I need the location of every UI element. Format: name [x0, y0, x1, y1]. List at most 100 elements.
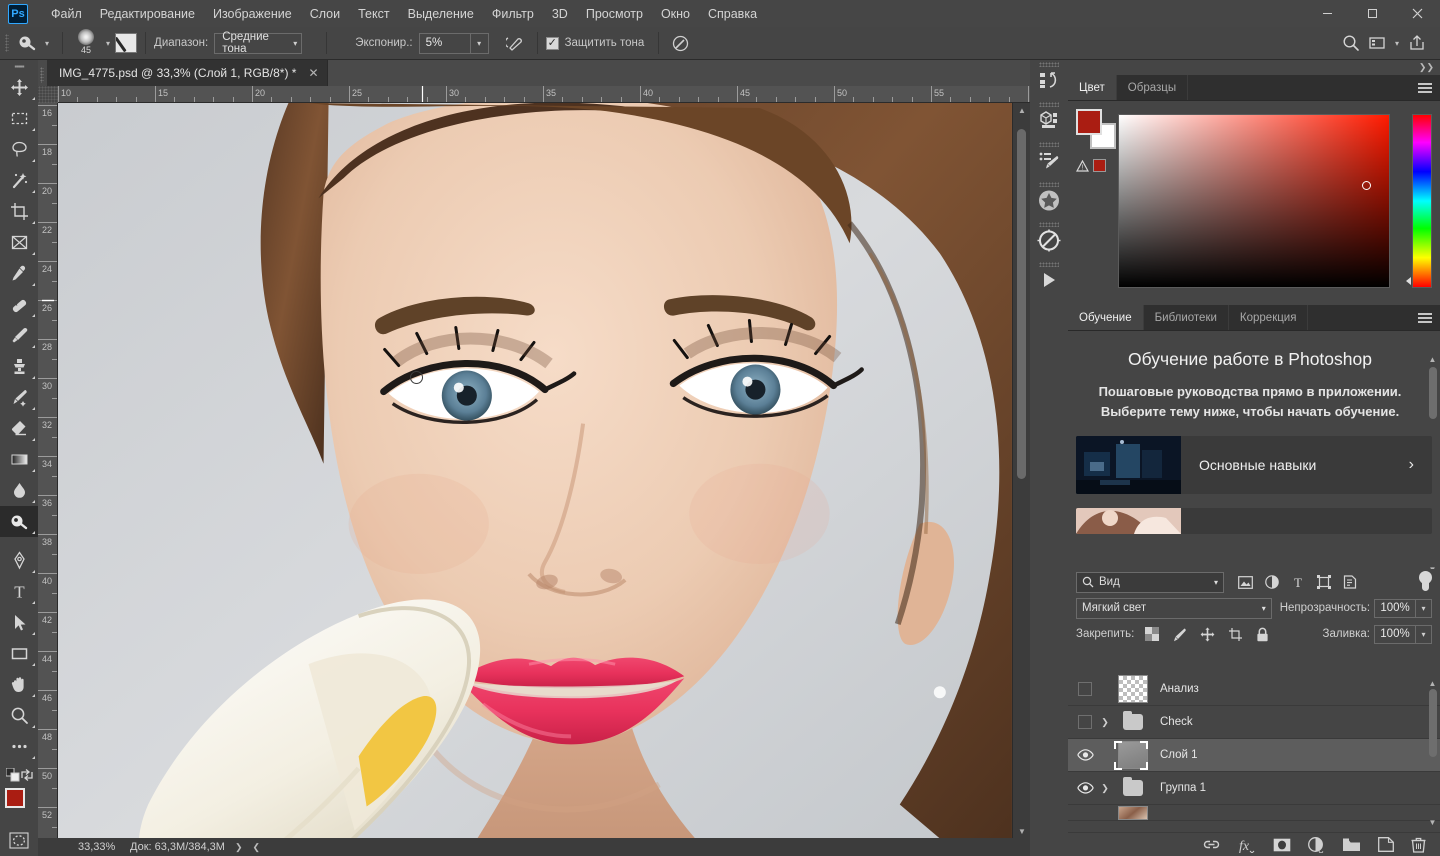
- move-tool[interactable]: [0, 72, 38, 103]
- share-icon[interactable]: [1404, 31, 1430, 55]
- canvas[interactable]: [58, 103, 1012, 838]
- color-swatches[interactable]: [0, 786, 38, 826]
- scroll-up-icon[interactable]: ▲: [1427, 353, 1438, 365]
- protect-tones-checkbox[interactable]: Защитить тона: [546, 37, 651, 50]
- magic-wand-tool[interactable]: [0, 165, 38, 196]
- opacity-chevron-icon[interactable]: ▾: [1416, 599, 1432, 618]
- color-panel-menu-button[interactable]: [1418, 75, 1440, 100]
- menu-select[interactable]: Выделение: [399, 3, 483, 25]
- menu-edit[interactable]: Редактирование: [91, 3, 204, 25]
- hand-tool[interactable]: [0, 669, 38, 700]
- zoom-tool[interactable]: [0, 700, 38, 731]
- learn-panel-menu-button[interactable]: [1418, 305, 1440, 330]
- history-brush-tool[interactable]: [0, 382, 38, 413]
- menu-window[interactable]: Окно: [652, 3, 699, 25]
- layer-thumbnail[interactable]: [1112, 741, 1154, 769]
- layer-thumbnail[interactable]: [1112, 780, 1154, 796]
- scroll-up-icon[interactable]: ▲: [1427, 677, 1438, 689]
- document-tab[interactable]: IMG_4775.psd @ 33,3% (Слой 1, RGB/8*) * …: [47, 60, 328, 86]
- spot-healing-brush-tool[interactable]: [0, 289, 38, 320]
- canvas-vertical-scrollbar[interactable]: ▲ ▼: [1012, 103, 1030, 838]
- scroll-down-icon[interactable]: ▼: [1013, 824, 1031, 838]
- toolbar-grip[interactable]: ▪▪▪▪▪: [0, 60, 38, 72]
- menu-help[interactable]: Справка: [699, 3, 766, 25]
- dodge-tool[interactable]: [0, 506, 38, 537]
- opacity-value[interactable]: 100%: [1374, 599, 1416, 618]
- search-icon[interactable]: [1338, 31, 1364, 55]
- default-colors-icon[interactable]: [6, 768, 20, 782]
- layer-name[interactable]: Группа 1: [1154, 782, 1206, 794]
- gamut-warning-swatch[interactable]: [1093, 159, 1106, 172]
- link-layers-icon[interactable]: [1203, 838, 1220, 851]
- path-selection-tool[interactable]: [0, 607, 38, 638]
- table-row[interactable]: ❯ Группа 1: [1068, 772, 1440, 805]
- airbrush-icon[interactable]: [503, 31, 529, 55]
- close-button[interactable]: [1395, 0, 1440, 27]
- zoom-level[interactable]: 33,33%: [38, 841, 122, 853]
- close-icon[interactable]: ✕: [308, 66, 318, 80]
- edit-toolbar-button[interactable]: [0, 731, 38, 762]
- fill-chevron-icon[interactable]: ▾: [1416, 625, 1432, 644]
- status-collapse-icon[interactable]: ❮: [252, 842, 260, 853]
- pen-tool[interactable]: [0, 545, 38, 576]
- adjustments-panel-icon[interactable]: [1030, 220, 1068, 260]
- table-row[interactable]: Слой 1: [1068, 739, 1440, 772]
- table-row[interactable]: Анализ: [1068, 673, 1440, 706]
- scroll-up-icon[interactable]: ▲: [1013, 103, 1031, 117]
- hue-strip[interactable]: [1412, 114, 1432, 288]
- workspace-chevron-icon[interactable]: ▾: [1395, 39, 1399, 48]
- filter-enable-toggle[interactable]: [1419, 571, 1432, 593]
- table-row[interactable]: [1068, 805, 1440, 821]
- tab-adjustments[interactable]: Коррекция: [1229, 305, 1309, 330]
- filter-pixel-icon[interactable]: [1238, 576, 1253, 589]
- learn-card-basic-skills[interactable]: Основные навыки ›: [1076, 436, 1432, 494]
- layer-name[interactable]: Анализ: [1154, 683, 1199, 695]
- menu-filter[interactable]: Фильтр: [483, 3, 543, 25]
- lock-position-icon[interactable]: [1200, 627, 1215, 642]
- brush-preset-icon[interactable]: 45: [71, 29, 101, 57]
- tab-libraries[interactable]: Библиотеки: [1144, 305, 1229, 330]
- tool-preset-chevron-icon[interactable]: ▾: [45, 39, 49, 48]
- 3d-panel-icon[interactable]: [1030, 100, 1068, 140]
- layer-thumbnail[interactable]: [1112, 714, 1154, 730]
- fill-value[interactable]: 100%: [1374, 625, 1416, 644]
- layer-thumbnail[interactable]: [1112, 806, 1154, 820]
- tab-color[interactable]: Цвет: [1068, 75, 1117, 100]
- filter-adjustment-icon[interactable]: [1265, 575, 1279, 589]
- actions-play-icon[interactable]: [1030, 260, 1068, 300]
- menu-file[interactable]: Файл: [42, 3, 91, 25]
- menu-3d[interactable]: 3D: [543, 3, 577, 25]
- blend-mode-select[interactable]: Мягкий свет ▾: [1076, 598, 1272, 619]
- options-bar-grip[interactable]: [5, 34, 9, 52]
- menu-image[interactable]: Изображение: [204, 3, 301, 25]
- rectangle-tool[interactable]: [0, 638, 38, 669]
- minimize-button[interactable]: [1305, 0, 1350, 27]
- brush-preset-chevron-icon[interactable]: ▾: [106, 39, 110, 48]
- layers-scrollbar[interactable]: ▲ ▼: [1427, 677, 1438, 828]
- rectangular-marquee-tool[interactable]: [0, 103, 38, 134]
- foreground-color-swatch[interactable]: [5, 788, 25, 808]
- menu-layers[interactable]: Слои: [301, 3, 349, 25]
- swap-colors-icon[interactable]: [20, 768, 34, 782]
- layer-name[interactable]: Слой 1: [1154, 749, 1198, 761]
- add-layer-mask-icon[interactable]: [1273, 838, 1291, 852]
- new-group-icon[interactable]: [1342, 837, 1361, 852]
- scroll-down-icon[interactable]: ▼: [1427, 816, 1438, 828]
- scrollbar-thumb[interactable]: [1429, 367, 1437, 419]
- color-panel-foreground-swatch[interactable]: [1076, 109, 1102, 135]
- menu-view[interactable]: Просмотр: [577, 3, 652, 25]
- color-panel-swatches[interactable]: [1076, 109, 1116, 149]
- dodge-tool-icon[interactable]: [14, 32, 40, 54]
- color-picker-handle[interactable]: [1362, 181, 1371, 190]
- lock-transparent-pixels-icon[interactable]: [1145, 627, 1159, 641]
- layer-visibility-toggle[interactable]: [1072, 782, 1098, 794]
- blur-tool[interactable]: [0, 475, 38, 506]
- delete-layer-icon[interactable]: [1411, 837, 1426, 853]
- out-of-gamut-warning[interactable]: !: [1076, 159, 1106, 172]
- layer-visibility-toggle[interactable]: [1072, 715, 1098, 729]
- layer-filter-select[interactable]: Вид ▾: [1076, 572, 1224, 593]
- color-field[interactable]: [1118, 114, 1390, 288]
- learn-card-next[interactable]: [1076, 508, 1432, 534]
- maximize-button[interactable]: [1350, 0, 1395, 27]
- brush-tool[interactable]: [0, 320, 38, 351]
